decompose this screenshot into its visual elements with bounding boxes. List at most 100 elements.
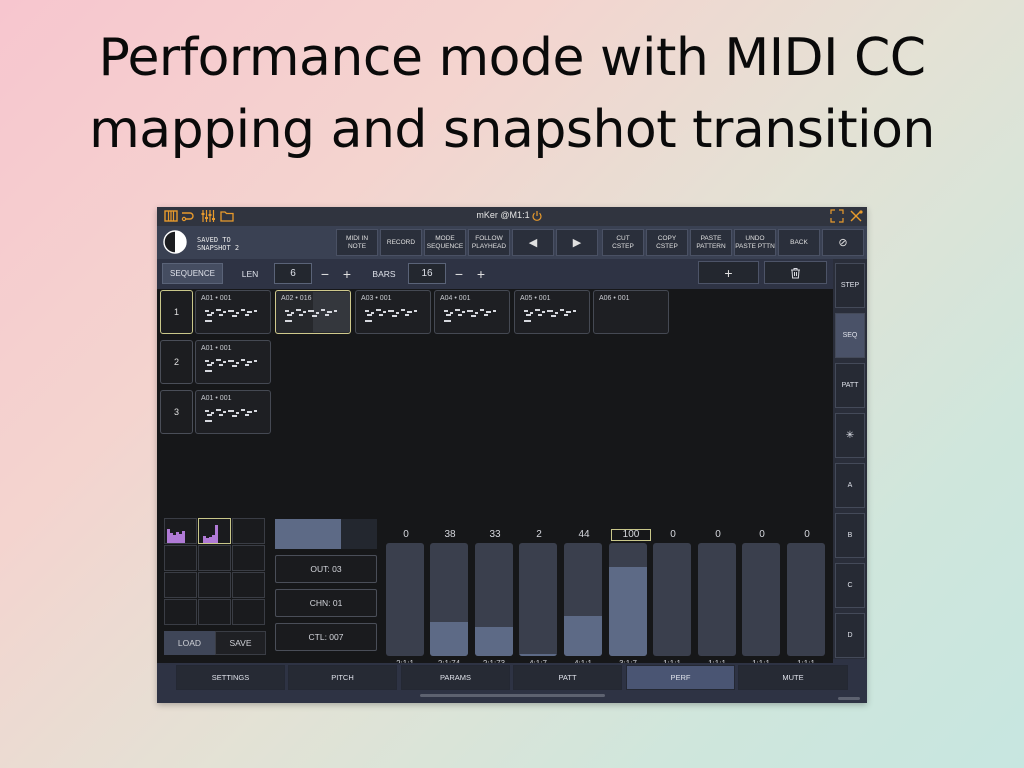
row-button-2[interactable]: 2 <box>160 340 193 384</box>
snapshot-status: SAVED TO SNAPSHOT 2 <box>163 230 333 256</box>
clip-a01[interactable]: A01 • 001 <box>195 290 271 334</box>
clip-a06[interactable]: A06 • 001 <box>593 290 669 334</box>
tab-params[interactable]: PARAMS <box>401 665 510 690</box>
disconnect-icon[interactable] <box>849 209 863 223</box>
power-icon[interactable] <box>531 210 543 222</box>
side-tab-d[interactable]: D <box>835 613 865 658</box>
cc-fader-fill <box>475 627 513 656</box>
cc-fader-track[interactable] <box>609 543 647 656</box>
cut-cstep-button[interactable]: CUT CSTEP <box>602 229 644 256</box>
cc-fader-track[interactable] <box>475 543 513 656</box>
trash-icon <box>791 267 800 278</box>
snapshot-pad-1[interactable] <box>164 518 197 544</box>
previous-button[interactable]: ◀ <box>512 229 554 256</box>
tab-pitch[interactable]: PITCH <box>288 665 397 690</box>
snapshot-pad-7[interactable] <box>164 572 197 598</box>
snapshot-pad-3[interactable] <box>232 518 265 544</box>
row-button-3[interactable]: 3 <box>160 390 193 434</box>
cc-fader-track[interactable] <box>787 543 825 656</box>
resize-handle[interactable] <box>838 697 860 700</box>
pattern-preview <box>205 309 257 322</box>
snapshot-pad-2[interactable] <box>198 518 231 544</box>
len-decrement-button[interactable]: − <box>318 263 332 284</box>
bars-label: BARS <box>372 268 396 279</box>
clip-row3-a01[interactable]: A01 • 001 <box>195 390 271 434</box>
snapshot-indicator-icon <box>163 230 187 254</box>
headline-line-1: Performance mode with MIDI CC <box>98 28 926 88</box>
snapshot-pad-6[interactable] <box>232 545 265 571</box>
row-button-1[interactable]: 1 <box>160 290 193 334</box>
clip-name: A04 • 001 <box>440 295 471 302</box>
side-tab-b[interactable]: B <box>835 513 865 558</box>
snapshot-pad-12[interactable] <box>232 599 265 625</box>
clip-row2-a01[interactable]: A01 • 001 <box>195 340 271 384</box>
pattern-preview <box>205 409 257 422</box>
cc-fader-track[interactable] <box>564 543 602 656</box>
side-tab-randomize[interactable]: ✳ <box>835 413 865 458</box>
delete-sequence-button[interactable] <box>764 261 827 284</box>
side-tab-a[interactable]: A <box>835 463 865 508</box>
clip-a04[interactable]: A04 • 001 <box>434 290 510 334</box>
len-increment-button[interactable]: + <box>340 263 354 284</box>
midi-out-port[interactable]: OUT: 03 <box>275 555 377 583</box>
sparkle-icon: ✳ <box>845 430 855 441</box>
bars-value[interactable]: 16 <box>408 263 446 284</box>
follow-playhead-button[interactable]: FOLLOW PLAYHEAD <box>468 229 510 256</box>
bars-decrement-button[interactable]: − <box>452 263 466 284</box>
tab-patt[interactable]: PATT <box>513 665 622 690</box>
cc-fader-track[interactable] <box>519 543 557 656</box>
snapshot-transition-bar[interactable] <box>275 519 377 549</box>
copy-cstep-button[interactable]: COPY CSTEP <box>646 229 688 256</box>
snapshot-status-line-1: SAVED TO <box>197 236 231 244</box>
cc-fader-value: 100 <box>611 529 651 541</box>
cc-fader-track[interactable] <box>698 543 736 656</box>
clip-a03[interactable]: A03 • 001 <box>355 290 431 334</box>
record-button[interactable]: RECORD <box>380 229 422 256</box>
stop-button[interactable]: ⊘ <box>822 229 864 256</box>
cc-fader-track[interactable] <box>386 543 424 656</box>
clip-a02[interactable]: A02 • 016 <box>275 290 351 334</box>
paste-pattern-button[interactable]: PASTE PATTERN <box>690 229 732 256</box>
side-tab-c[interactable]: C <box>835 563 865 608</box>
snapshot-pad-11[interactable] <box>198 599 231 625</box>
back-button[interactable]: BACK <box>778 229 820 256</box>
midi-in-note-button[interactable]: MIDI IN NOTE <box>336 229 378 256</box>
snapshot-pad-thumbnail <box>167 529 185 543</box>
snapshot-pad-4[interactable] <box>164 545 197 571</box>
clip-name: A03 • 001 <box>361 295 392 302</box>
side-tab-seq[interactable]: SEQ <box>835 313 865 358</box>
snapshot-pad-5[interactable] <box>198 545 231 571</box>
tab-settings[interactable]: SETTINGS <box>176 665 285 690</box>
snapshot-pad-8[interactable] <box>198 572 231 598</box>
next-button[interactable]: ▶ <box>556 229 598 256</box>
undo-paste-pattern-button[interactable]: UNDO PASTE PTTN <box>734 229 776 256</box>
side-tab-step[interactable]: STEP <box>835 263 865 308</box>
snapshot-pad-10[interactable] <box>164 599 197 625</box>
clip-name: A05 • 001 <box>520 295 551 302</box>
tab-mute[interactable]: MUTE <box>738 665 848 690</box>
len-value[interactable]: 6 <box>274 263 312 284</box>
midi-channel[interactable]: CHN: 01 <box>275 589 377 617</box>
midi-cc-number[interactable]: CTL: 007 <box>275 623 377 651</box>
performance-panel: LOAD SAVE OUT: 03 CHN: 01 CTL: 007 02:1:… <box>157 518 833 668</box>
tab-perf[interactable]: PERF <box>626 665 735 690</box>
bars-increment-button[interactable]: + <box>474 263 488 284</box>
sequence-button[interactable]: SEQUENCE <box>162 263 223 284</box>
cc-fader-track[interactable] <box>653 543 691 656</box>
cc-fader-track[interactable] <box>742 543 780 656</box>
clip-name: A01 • 001 <box>201 395 232 402</box>
title-bar: mKer @M1:1 <box>157 207 867 226</box>
clip-a05[interactable]: A05 • 001 <box>514 290 590 334</box>
mode-sequence-button[interactable]: MODE SEQUENCE <box>424 229 466 256</box>
app-window: mKer @M1:1 SAVED TO SNAPSHOT 2 MIDI IN N… <box>157 207 867 703</box>
add-sequence-button[interactable]: + <box>698 261 759 284</box>
pattern-preview <box>444 309 496 322</box>
bottom-tab-bar: SETTINGS PITCH PARAMS PATT PERF MUTE <box>157 663 867 703</box>
fullscreen-icon[interactable] <box>830 209 844 223</box>
snapshot-pad-9[interactable] <box>232 572 265 598</box>
load-button[interactable]: LOAD <box>164 631 215 655</box>
cc-fader-track[interactable] <box>430 543 468 656</box>
pattern-preview <box>285 309 337 322</box>
side-tab-patt[interactable]: PATT <box>835 363 865 408</box>
save-button[interactable]: SAVE <box>215 631 266 655</box>
